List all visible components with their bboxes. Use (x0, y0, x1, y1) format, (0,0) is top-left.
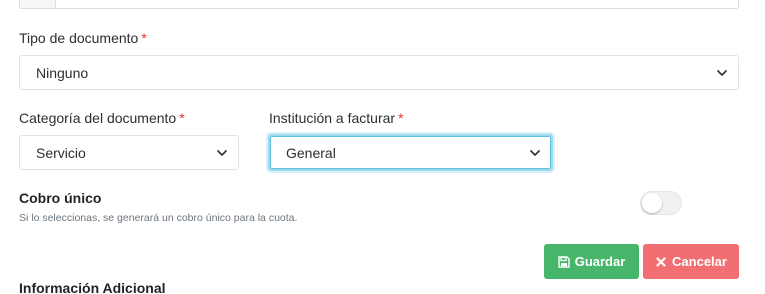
categoria-documento-label: Categoría del documento * (19, 110, 185, 126)
previous-field-input[interactable] (19, 0, 739, 9)
categoria-documento-label-text: Categoría del documento (19, 110, 177, 126)
cancel-button-label: Cancelar (672, 254, 727, 269)
close-icon (656, 256, 666, 267)
categoria-documento-value: Servicio (36, 144, 86, 161)
institucion-facturar-label: Institución a facturar * (269, 110, 404, 126)
informacion-adicional-title: Información Adicional (19, 280, 166, 294)
required-mark: * (398, 110, 404, 126)
institucion-facturar-label-text: Institución a facturar (269, 110, 396, 126)
institucion-facturar-select[interactable]: General (268, 134, 553, 171)
tipo-documento-value: Ninguno (36, 64, 89, 81)
cancel-button[interactable]: Cancelar (643, 244, 739, 279)
tipo-documento-label-text: Tipo de documento (19, 30, 139, 46)
cobro-unico-title: Cobro único (19, 190, 102, 206)
categoria-documento-select[interactable]: Servicio (19, 135, 239, 170)
floppy-disk-icon (558, 255, 570, 268)
required-mark: * (141, 30, 147, 46)
cobro-unico-toggle[interactable] (640, 191, 682, 215)
tipo-documento-label: Tipo de documento * (19, 30, 147, 46)
save-button[interactable]: Guardar (544, 244, 639, 279)
chevron-down-icon (530, 149, 540, 156)
cobro-unico-help: Si lo seleccionas, se generará un cobro … (19, 212, 298, 224)
chevron-down-icon (717, 69, 727, 76)
tipo-documento-select[interactable]: Ninguno (19, 55, 739, 90)
required-mark: * (179, 110, 185, 126)
toggle-knob (642, 193, 662, 213)
previous-field-addon (19, 0, 56, 9)
chevron-down-icon (217, 149, 227, 156)
institucion-facturar-value: General (286, 144, 336, 161)
save-button-label: Guardar (574, 254, 626, 269)
